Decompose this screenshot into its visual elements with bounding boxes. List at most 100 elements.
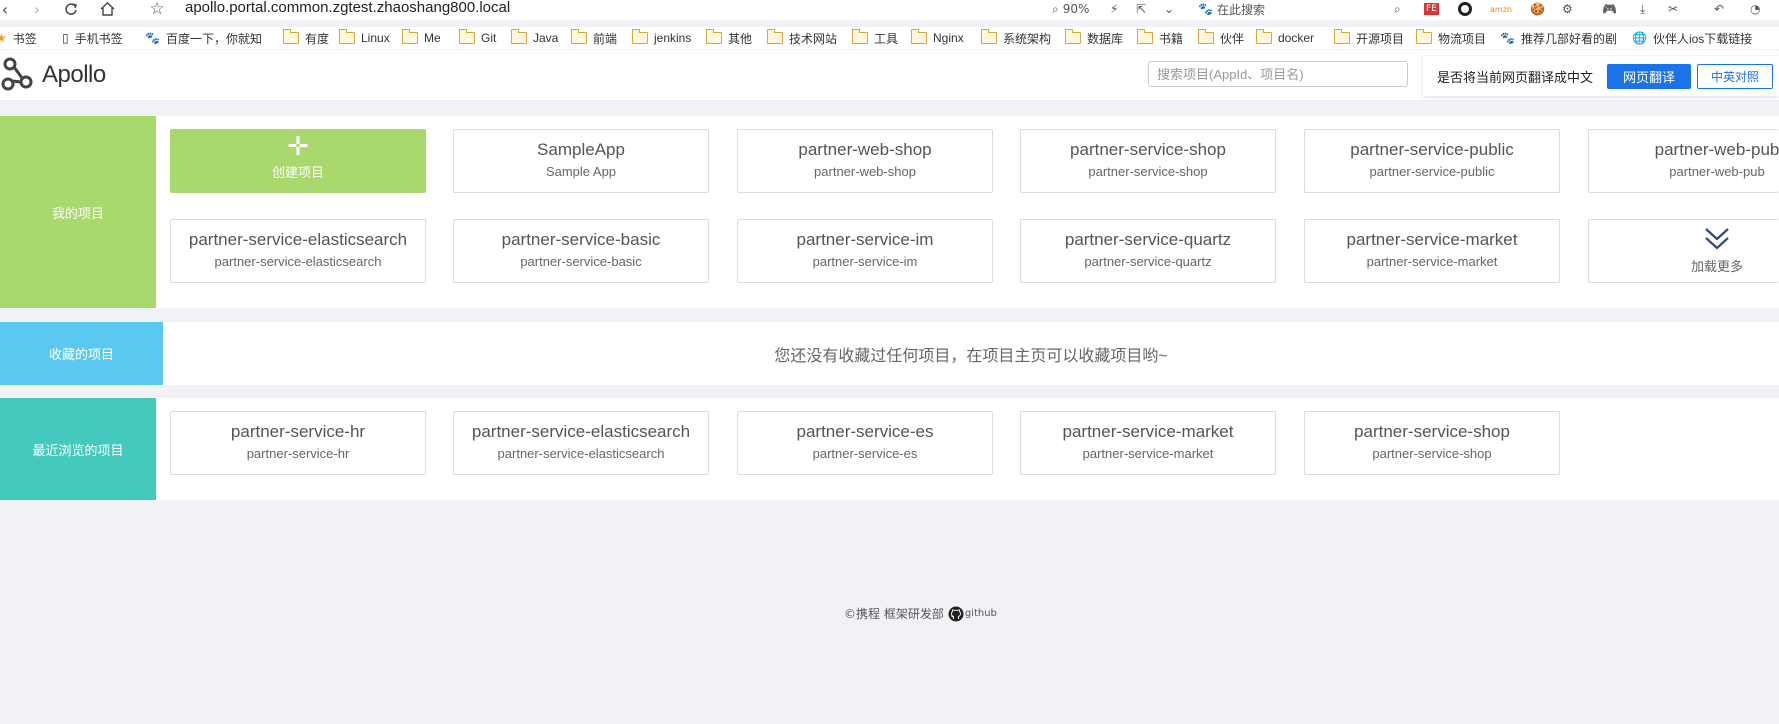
star-icon: ★ xyxy=(0,31,7,45)
bookmark-item[interactable]: 书籍 xyxy=(1137,29,1183,47)
undo-icon[interactable]: ↶ xyxy=(1714,0,1724,18)
extension-amazon-icon[interactable]: amzn xyxy=(1490,0,1512,18)
folder-icon xyxy=(1137,29,1153,44)
bookmark-item[interactable]: 物流项目 xyxy=(1416,29,1486,47)
share-icon[interactable]: ⇱ xyxy=(1136,0,1146,18)
search-icon[interactable]: ⌕ xyxy=(1394,0,1401,18)
history-icon[interactable]: ◔ xyxy=(1750,0,1760,18)
project-card[interactable]: partner-service-im partner-service-im xyxy=(737,219,993,283)
bookmarks-bar: ★ 书签 ▯ 手机书签 🐾 百度一下，你就知 有度 Linux Me Git Java… xyxy=(0,27,1779,49)
create-project-button[interactable]: ✛ 创建项目 xyxy=(170,129,426,193)
project-card[interactable]: SampleApp Sample App xyxy=(453,129,709,193)
bookmark-item[interactable]: 技术网站 xyxy=(767,29,837,47)
folder-icon xyxy=(1198,29,1214,44)
bookmark-item[interactable]: 数据库 xyxy=(1065,29,1123,47)
project-card[interactable]: partner-web-pub partner-web-pub xyxy=(1588,129,1779,193)
github-label: github xyxy=(964,608,997,619)
zoom-level: 90% xyxy=(1062,2,1090,16)
forward-button[interactable]: › xyxy=(26,0,48,19)
folder-icon xyxy=(911,29,927,44)
project-card[interactable]: partner-service-es partner-service-es xyxy=(737,411,993,475)
project-card[interactable]: partner-service-shop partner-service-sho… xyxy=(1304,411,1560,475)
bookmark-item[interactable]: 开源项目 xyxy=(1334,29,1404,47)
translate-prompt-text: 是否将当前网页翻译成中文 xyxy=(1437,69,1594,85)
favorites-section: 收藏的项目 您还没有收藏过任何项目，在项目主页可以收藏项目哟~ xyxy=(0,322,1779,385)
github-link[interactable]: github xyxy=(948,606,997,622)
address-bar[interactable]: apollo.portal.common.zgtest.zhaoshang800… xyxy=(185,0,510,16)
bookmark-item[interactable]: docker xyxy=(1256,29,1314,47)
bookmark-item[interactable]: Git xyxy=(459,29,496,47)
extension-cookie-icon[interactable]: 🍪 xyxy=(1530,0,1545,18)
bookmark-item[interactable]: 其他 xyxy=(706,29,752,47)
project-card[interactable]: partner-web-shop partner-web-shop xyxy=(737,129,993,193)
my-projects-section: 我的项目 ✛ 创建项目 SampleApp Sample App partner… xyxy=(0,116,1779,308)
bookmark-star-button[interactable]: ☆ xyxy=(146,0,168,19)
bookmark-item[interactable]: jenkins xyxy=(632,29,691,47)
project-card[interactable]: partner-service-market partner-service-m… xyxy=(1020,411,1276,475)
extension-fe-icon[interactable]: FE xyxy=(1424,0,1439,18)
extension-game-icon[interactable]: 🎮 xyxy=(1602,0,1617,18)
translate-page-button[interactable]: 网页翻译 xyxy=(1607,64,1691,89)
bookmark-item[interactable]: 前端 xyxy=(571,29,617,47)
search-engine[interactable]: 🐾 在此搜索 xyxy=(1198,0,1265,18)
browser-toolbar: ‹ › ☆ apollo.portal.common.zgtest.zhaosh… xyxy=(0,0,1779,20)
scissors-icon[interactable]: ✂ xyxy=(1668,0,1678,18)
bookmark-item[interactable]: 工具 xyxy=(852,29,898,47)
star-outline-icon: ☆ xyxy=(149,0,165,19)
bookmark-item[interactable]: 🌐 伙伴人ios下载链接 xyxy=(1632,29,1752,47)
folder-icon xyxy=(1256,29,1272,44)
translate-prompt: 是否将当前网页翻译成中文 网页翻译 中英对照 xyxy=(1423,56,1779,96)
project-search-input[interactable] xyxy=(1148,61,1408,87)
folder-icon xyxy=(632,29,648,44)
reload-icon xyxy=(65,3,77,15)
bookmark-item[interactable]: Linux xyxy=(339,29,390,47)
create-project-label: 创建项目 xyxy=(271,165,324,180)
baidu-icon: 🐾 xyxy=(145,31,160,45)
zoom-indicator[interactable]: ⌕ 90% xyxy=(1052,0,1089,18)
folder-icon xyxy=(981,29,997,44)
zoom-icon: ⌕ xyxy=(1052,1,1059,16)
back-button[interactable]: ‹ xyxy=(0,0,16,19)
download-icon[interactable]: ⤓ xyxy=(1640,0,1645,18)
extension-circle-icon[interactable] xyxy=(1458,0,1472,18)
bookmark-item[interactable]: ★ 书签 xyxy=(0,29,37,47)
bookmark-item[interactable]: Nginx xyxy=(911,29,964,47)
folder-icon xyxy=(706,29,722,44)
project-card[interactable]: partner-service-shop partner-service-sho… xyxy=(1020,129,1276,193)
bookmark-item[interactable]: ▯ 手机书签 xyxy=(62,29,123,47)
folder-icon xyxy=(1334,29,1350,44)
bookmark-item[interactable]: 🐾 推荐几部好看的剧 xyxy=(1500,29,1617,47)
project-card[interactable]: partner-service-elasticsearch partner-se… xyxy=(170,219,426,283)
project-card[interactable]: partner-service-quartz partner-service-q… xyxy=(1020,219,1276,283)
project-card[interactable]: partner-service-public partner-service-p… xyxy=(1304,129,1560,193)
favorites-empty-message: 您还没有收藏过任何项目，在项目主页可以收藏项目哟~ xyxy=(774,347,1168,365)
folder-icon xyxy=(852,29,868,44)
folder-icon xyxy=(339,29,355,44)
bookmark-item[interactable]: Java xyxy=(511,29,558,47)
folder-icon xyxy=(459,29,475,44)
home-button[interactable] xyxy=(96,0,118,18)
load-more-button[interactable]: 加载更多 xyxy=(1588,219,1779,283)
my-projects-label: 我的项目 xyxy=(0,116,156,308)
project-card[interactable]: partner-service-basic partner-service-ba… xyxy=(453,219,709,283)
reload-button[interactable] xyxy=(60,0,82,18)
apollo-logo[interactable]: Apollo xyxy=(0,56,106,94)
project-card[interactable]: partner-service-hr partner-service-hr xyxy=(170,411,426,475)
folder-icon xyxy=(402,29,418,44)
footer-copyright: ©携程 框架研发部 xyxy=(844,607,944,621)
project-card[interactable]: partner-service-elasticsearch partner-se… xyxy=(453,411,709,475)
chevron-down-icon[interactable]: ⌄ xyxy=(1164,0,1174,18)
bookmark-item[interactable]: 🐾 百度一下，你就知 xyxy=(145,29,262,47)
bilingual-compare-button[interactable]: 中英对照 xyxy=(1697,64,1773,89)
plus-icon: ✛ xyxy=(287,132,309,162)
apollo-logo-icon xyxy=(1,57,33,91)
bookmark-item[interactable]: 有度 xyxy=(283,29,329,47)
extension-gear-icon[interactable]: ⚙ xyxy=(1562,0,1573,18)
bookmark-item[interactable]: Me xyxy=(402,29,441,47)
bookmark-item[interactable]: 伙伴 xyxy=(1198,29,1244,47)
bookmark-item[interactable]: 系统架构 xyxy=(981,29,1051,47)
paw-icon: 🐾 xyxy=(1500,31,1515,45)
project-card[interactable]: partner-service-market partner-service-m… xyxy=(1304,219,1560,283)
folder-icon xyxy=(767,29,783,44)
lightning-icon[interactable]: ⚡ xyxy=(1110,0,1118,18)
